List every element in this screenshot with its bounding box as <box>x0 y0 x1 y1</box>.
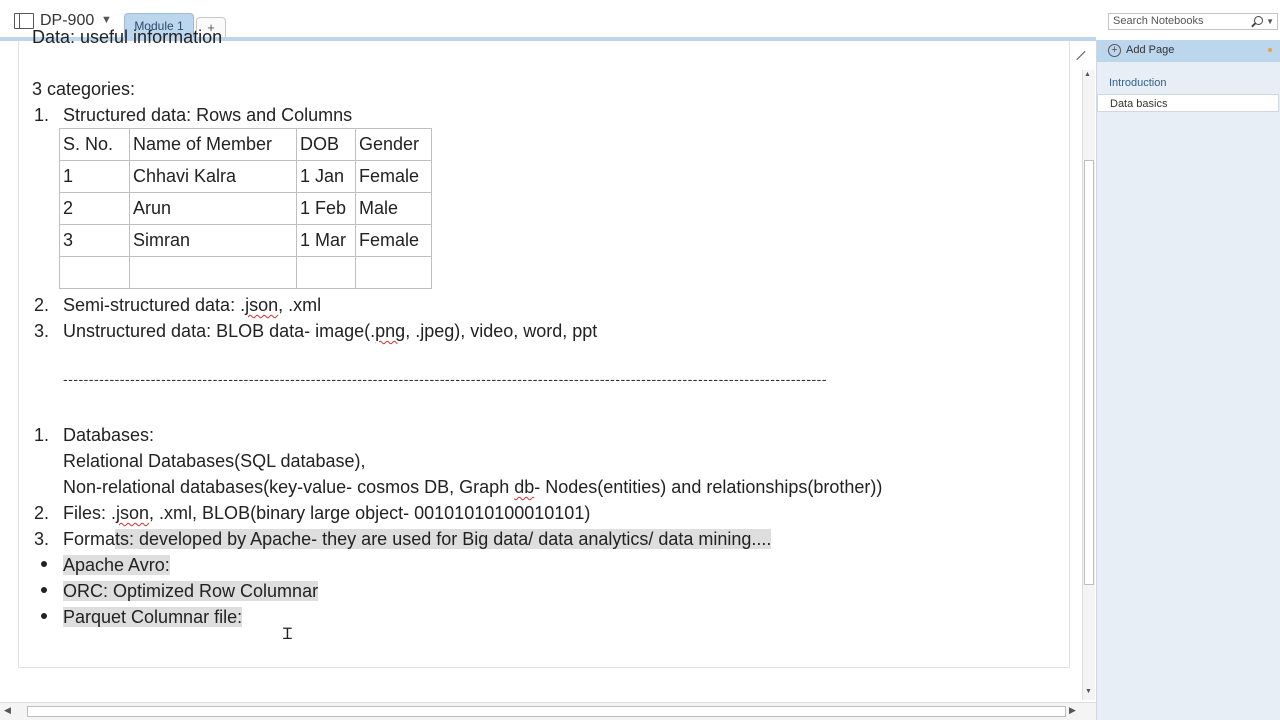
horizontal-scroll-thumb[interactable] <box>27 706 1066 717</box>
list-number: 2. <box>34 503 50 523</box>
list-item-databases: Databases: <box>63 425 155 445</box>
bullet-icon <box>41 587 47 593</box>
page-heading: Data: useful information <box>32 27 223 45</box>
notebook-icon[interactable] <box>14 13 34 29</box>
table-cell: Female <box>355 224 432 257</box>
page-list-panel: + Add Page Introduction Data basics <box>1096 40 1280 720</box>
vertical-scrollbar[interactable]: ▲ ▼ <box>1082 70 1095 700</box>
table-row: 2 Arun 1 Feb Male <box>59 192 432 225</box>
list-item-formats: Formats: developed by Apache- they are u… <box>63 529 772 549</box>
list-item-unstructured: Unstructured data: BLOB data- image(.png… <box>63 321 598 341</box>
table-row: 1 Chhavi Kalra 1 Jan Female <box>59 160 432 193</box>
search-notebooks-input[interactable]: Search Notebooks ▼ <box>1108 13 1278 30</box>
list-item-files: Files: .json, .xml, BLOB(binary large ob… <box>63 503 591 523</box>
member-table: S. No. Name of Member DOB Gender 1 Chhav… <box>59 128 432 289</box>
spelling-flag: png <box>375 321 406 341</box>
scroll-up-icon[interactable]: ▲ <box>1084 71 1091 78</box>
table-header: Name of Member <box>129 128 297 161</box>
table-cell: 1 Mar <box>296 224 356 257</box>
table-cell <box>129 256 297 289</box>
scroll-right-icon[interactable]: ▶ <box>1069 705 1076 716</box>
table-cell: 2 <box>59 192 130 225</box>
bullet-icon <box>41 561 47 567</box>
indicator-dot <box>1268 48 1272 52</box>
expand-icon[interactable] <box>1074 50 1086 62</box>
spelling-flag: json <box>116 503 150 523</box>
vertical-scroll-thumb[interactable] <box>1084 160 1094 585</box>
list-subitem-nonrelational: Non-relational databases(key-value- cosm… <box>63 477 883 497</box>
list-subitem-relational: Relational Databases(SQL database), <box>63 451 366 471</box>
text-cursor-icon: Ɪ <box>283 624 292 643</box>
spelling-flag: json <box>245 295 279 315</box>
list-number: 3. <box>34 529 50 549</box>
bullet-item: ORC: Optimized Row Columnar <box>63 581 319 601</box>
list-number: 3. <box>34 321 50 341</box>
horizontal-scrollbar[interactable]: ◀ ▶ <box>0 702 1096 720</box>
add-page-label: Add Page <box>1126 44 1175 56</box>
search-icon[interactable] <box>1254 16 1263 25</box>
separator-line: ----------------------------------------… <box>63 371 827 387</box>
table-cell <box>355 256 432 289</box>
table-cell: 1 Feb <box>296 192 356 225</box>
bullet-icon <box>41 613 47 619</box>
table-cell: Arun <box>129 192 297 225</box>
table-cell <box>296 256 356 289</box>
list-number: 2. <box>34 295 50 315</box>
table-cell: Chhavi Kalra <box>129 160 297 193</box>
bullet-item: Parquet Columnar file: <box>63 607 243 627</box>
add-page-button[interactable]: + Add Page <box>1097 40 1280 62</box>
table-cell: 1 <box>59 160 130 193</box>
scroll-down-icon[interactable]: ▼ <box>1085 688 1092 695</box>
table-row <box>59 256 432 289</box>
table-cell <box>59 256 130 289</box>
chevron-down-icon[interactable]: ▼ <box>1266 14 1274 29</box>
table-cell: 3 <box>59 224 130 257</box>
search-placeholder: Search Notebooks <box>1113 15 1204 27</box>
bullet-item: Apache Avro: <box>63 555 170 575</box>
table-header-row: S. No. Name of Member DOB Gender <box>59 128 432 161</box>
spelling-flag: db <box>514 477 535 497</box>
plus-circle-icon: + <box>1108 44 1121 57</box>
table-cell: 1 Jan <box>296 160 356 193</box>
list-number: 1. <box>34 105 50 125</box>
page-item-data-basics[interactable]: Data basics <box>1097 94 1279 112</box>
table-cell: Female <box>355 160 432 193</box>
table-header: DOB <box>296 128 356 161</box>
table-header: Gender <box>355 128 432 161</box>
table-cell: Simran <box>129 224 297 257</box>
list-item-semi-structured: Semi-structured data: .json, .xml <box>63 295 322 315</box>
scroll-left-icon[interactable]: ◀ <box>4 705 11 716</box>
list-item-structured: Structured data: Rows and Columns <box>63 105 353 125</box>
page-item-introduction[interactable]: Introduction <box>1097 74 1279 92</box>
table-cell: Male <box>355 192 432 225</box>
intro-text: 3 categories: <box>32 79 136 99</box>
list-number: 1. <box>34 425 50 445</box>
table-header: S. No. <box>59 128 130 161</box>
table-row: 3 Simran 1 Mar Female <box>59 224 432 257</box>
selected-text: ts: developed by Apache- they are used f… <box>115 529 772 549</box>
